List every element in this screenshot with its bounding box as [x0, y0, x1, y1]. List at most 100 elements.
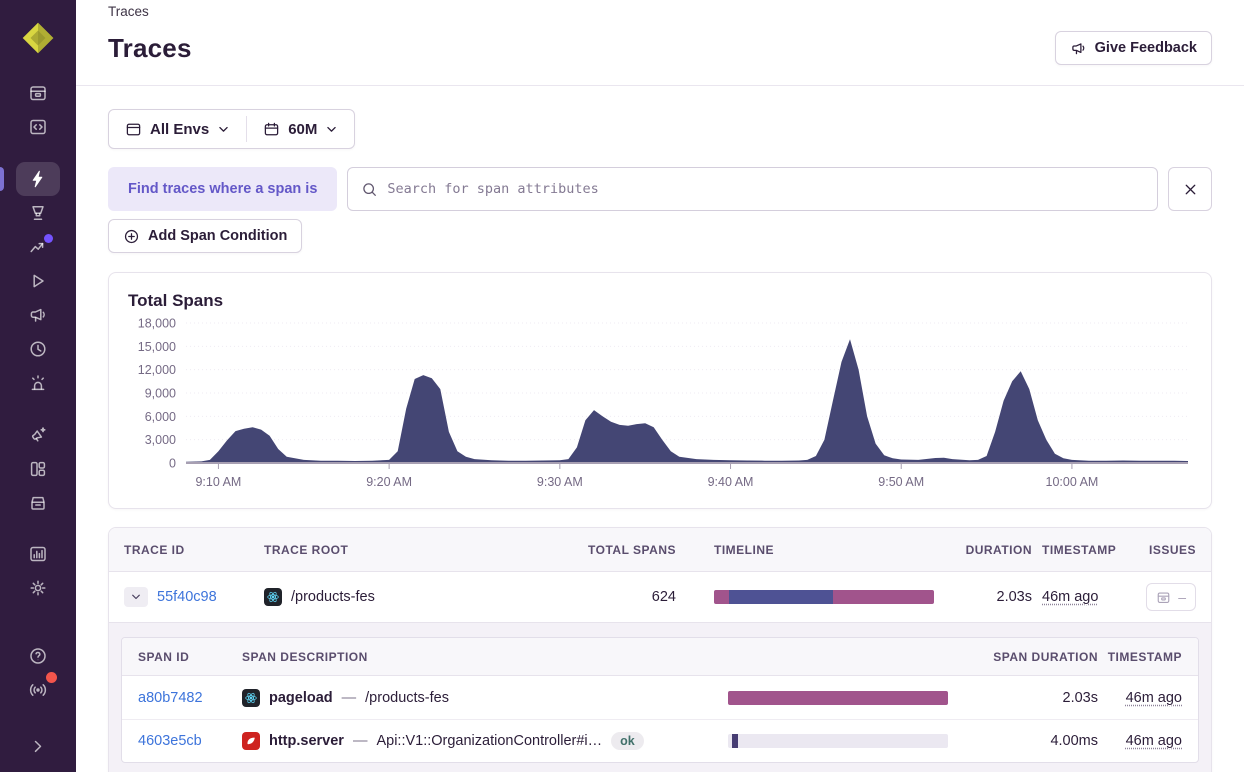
page-title: Traces: [108, 33, 192, 64]
window-icon: [125, 121, 142, 138]
col-duration: DURATION: [966, 543, 1032, 557]
svg-text:9:20 AM: 9:20 AM: [366, 475, 412, 489]
trace-row: 55f40c98 /products-fes 624 2.03s 46m ago…: [109, 572, 1211, 622]
react-icon: [264, 588, 282, 606]
chevron-down-icon: [217, 123, 230, 136]
svg-text:0: 0: [169, 457, 176, 471]
filter-bar: All Envs 60M: [108, 109, 1212, 149]
environment-filter-label: All Envs: [150, 121, 209, 138]
trace-duration: 2.03s: [997, 589, 1032, 605]
trace-id-link[interactable]: 55f40c98: [157, 589, 217, 605]
issues-count: –: [1178, 589, 1186, 605]
trace-timeline-bar: [714, 590, 934, 604]
col-trace-root: TRACE ROOT: [264, 543, 560, 557]
span-search-row: Find traces where a span is: [108, 167, 1212, 211]
dashboard-grid-icon: [28, 459, 48, 479]
app-root: Traces Traces Give Feedback All Envs: [0, 0, 1244, 772]
collapse-trace-toggle[interactable]: [124, 587, 148, 607]
col-trace-id: TRACE ID: [124, 543, 264, 557]
add-span-condition-button[interactable]: Add Span Condition: [108, 219, 302, 253]
ruby-icon: [242, 732, 260, 750]
siren-icon: [28, 373, 48, 393]
give-feedback-button[interactable]: Give Feedback: [1055, 31, 1212, 65]
sidebar-item-help[interactable]: [16, 639, 60, 673]
svg-text:9:30 AM: 9:30 AM: [537, 475, 583, 489]
sidebar-item-issues[interactable]: [16, 76, 60, 110]
span-row: a80b7482 pageload — /products-fes 2.03s …: [122, 676, 1198, 719]
svg-text:10:00 AM: 10:00 AM: [1046, 475, 1099, 489]
sidebar-item-dashboards[interactable]: [16, 452, 60, 486]
sidebar-item-releases[interactable]: [16, 486, 60, 520]
sidebar-item-projects[interactable]: [16, 110, 60, 144]
give-feedback-label: Give Feedback: [1095, 40, 1197, 56]
span-op-separator: —: [353, 733, 368, 749]
sentry-diamond-logo[interactable]: [20, 20, 56, 56]
span-filter-chip: Find traces where a span is: [108, 167, 337, 211]
svg-text:6,000: 6,000: [145, 410, 176, 424]
close-icon: [1182, 181, 1199, 198]
play-icon: [28, 271, 48, 291]
col-span-duration: SPAN DURATION: [993, 650, 1098, 664]
chevron-right-icon: [28, 736, 48, 756]
code-folder-icon: [28, 117, 48, 137]
clock-icon: [28, 339, 48, 359]
span-timestamp[interactable]: 46m ago: [1126, 690, 1182, 706]
search-icon: [361, 181, 378, 198]
col-issues: ISSUES: [1149, 543, 1196, 557]
sidebar-item-stats[interactable]: [16, 537, 60, 571]
purple-notification-dot: [44, 234, 53, 243]
chevron-down-icon: [325, 123, 338, 136]
issues-box-icon: [1156, 590, 1171, 605]
sidebar-item-replays[interactable]: [16, 264, 60, 298]
spans-table-header: SPAN ID SPAN DESCRIPTION SPAN DURATION T…: [122, 638, 1198, 676]
clear-search-button[interactable]: [1168, 167, 1212, 211]
bar-chart-icon: [28, 544, 48, 564]
span-id-link[interactable]: a80b7482: [138, 690, 242, 706]
svg-text:12,000: 12,000: [138, 363, 176, 377]
sidebar-item-settings[interactable]: [16, 571, 60, 605]
sidebar-item-whats-new[interactable]: [16, 418, 60, 452]
span-op: pageload: [269, 690, 333, 706]
span-description: Api::V1::OrganizationController#i…: [376, 733, 602, 749]
time-range-filter-dropdown[interactable]: 60M: [247, 110, 354, 148]
plus-circle-icon: [123, 228, 140, 245]
issues-chip[interactable]: –: [1146, 583, 1196, 611]
page-header: Traces Traces Give Feedback: [76, 0, 1244, 86]
calendar-icon: [263, 121, 280, 138]
environment-filter-dropdown[interactable]: All Envs: [109, 110, 246, 148]
breadcrumb[interactable]: Traces: [108, 4, 1212, 19]
traces-table: TRACE ID TRACE ROOT TOTAL SPANS TIMELINE…: [108, 527, 1212, 772]
sidebar-collapse-toggle[interactable]: [16, 729, 60, 763]
lightning-icon: [28, 169, 48, 189]
svg-text:3,000: 3,000: [145, 433, 176, 447]
time-range-filter-label: 60M: [288, 121, 317, 138]
span-timestamp[interactable]: 46m ago: [1126, 733, 1182, 749]
col-span-timestamp: TIMESTAMP: [1108, 650, 1182, 664]
gear-icon: [28, 578, 48, 598]
sidebar-item-crons[interactable]: [16, 332, 60, 366]
sidebar-item-traces[interactable]: [16, 162, 60, 196]
expanded-trace-section: SPAN ID SPAN DESCRIPTION SPAN DURATION T…: [109, 622, 1211, 772]
span-timeline-bar: [728, 734, 948, 748]
total-spans-area-chart: 03,0006,0009,00012,00015,00018,0009:10 A…: [124, 317, 1196, 495]
search-input[interactable]: [387, 181, 1144, 197]
sidebar-footer: [16, 639, 60, 763]
sidebar-item-metrics[interactable]: [16, 230, 60, 264]
traces-table-header: TRACE ID TRACE ROOT TOTAL SPANS TIMELINE…: [109, 528, 1211, 572]
span-id-link[interactable]: 4603e5cb: [138, 733, 242, 749]
trace-timestamp[interactable]: 46m ago: [1042, 589, 1098, 605]
broadcast-icon: [28, 680, 48, 700]
search-box[interactable]: [347, 167, 1158, 211]
sidebar-nav: [16, 56, 60, 605]
svg-text:15,000: 15,000: [138, 340, 176, 354]
col-timestamp: TIMESTAMP: [1032, 543, 1122, 557]
sidebar-item-alerts[interactable]: [16, 366, 60, 400]
span-status-badge: ok: [611, 732, 644, 750]
col-timeline: TIMELINE: [676, 543, 936, 557]
announcement-icon: [28, 425, 48, 445]
svg-text:9:40 AM: 9:40 AM: [708, 475, 754, 489]
sidebar-item-performance[interactable]: [16, 196, 60, 230]
sidebar-item-service-status[interactable]: [16, 673, 60, 707]
sidebar-item-feedback[interactable]: [16, 298, 60, 332]
col-total-spans: TOTAL SPANS: [588, 543, 676, 557]
